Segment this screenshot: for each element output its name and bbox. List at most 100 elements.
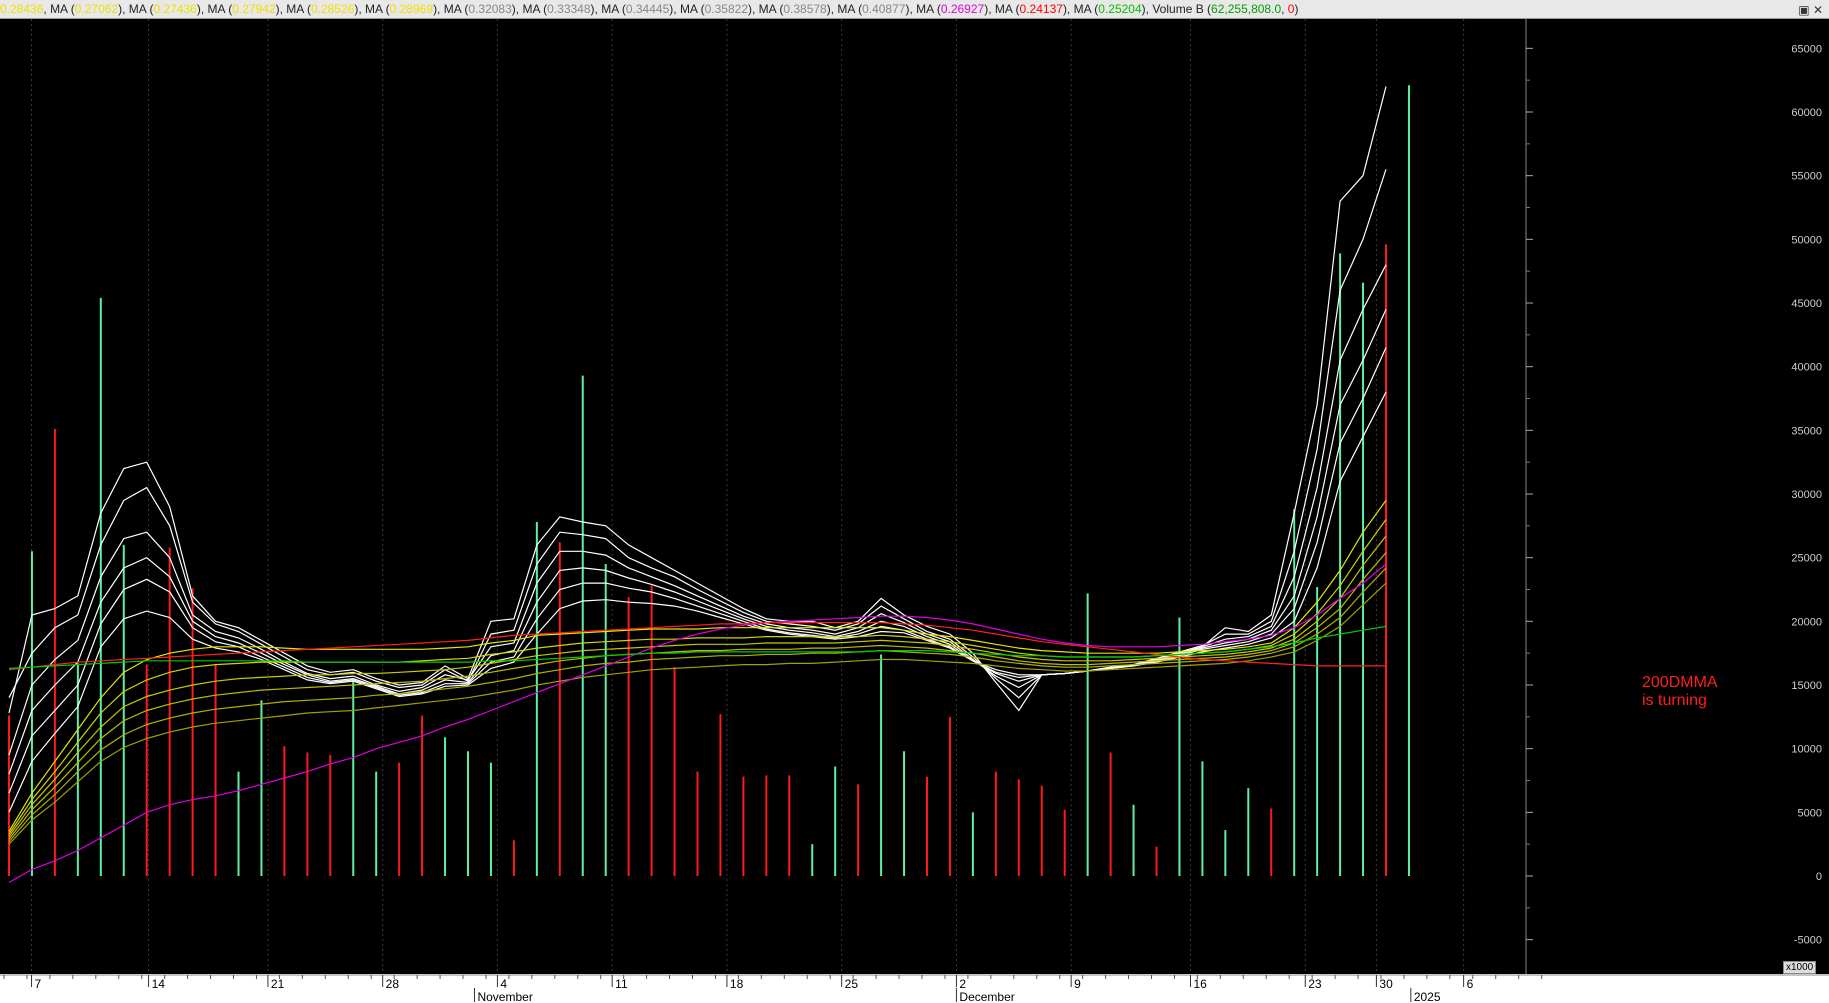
legend-item-value: 62,255,808.0	[1211, 2, 1282, 16]
x-month-label: November	[477, 990, 532, 1003]
legend-item-value: 0.40877	[862, 2, 906, 16]
annotation-line2: is turning	[1642, 692, 1707, 709]
legend-separator: ),	[118, 2, 129, 16]
y-tick-label: 40000	[1791, 362, 1822, 374]
legend-item-label: MA (	[758, 2, 784, 16]
y-tick-label: 25000	[1791, 553, 1822, 565]
volume-chart[interactable]: -5000 0 5000 10000 15000 20000 25000 30000 35000…	[0, 19, 1829, 1003]
legend-item-value: 0.27062	[74, 2, 119, 16]
legend-separator: ),	[275, 2, 287, 16]
legend-item: MA (0.35822),	[680, 2, 759, 16]
x-day-label: 25	[845, 977, 859, 991]
legend-separator: ),	[196, 2, 208, 16]
legend-item-value: 0.28526	[310, 2, 355, 16]
indicator-legend-bar: 0.28436, MA (0.27062), MA (0.27436), MA …	[0, 0, 1829, 19]
y-tick-label: 55000	[1791, 171, 1822, 183]
annotation-line1: 200DMMA	[1642, 674, 1718, 691]
legend-item: MA (0.27942),	[208, 2, 287, 16]
legend-separator: ),	[1062, 2, 1074, 16]
legend-item: 0.28436,	[0, 2, 50, 16]
x-day-label: 16	[1194, 977, 1208, 991]
x-day-label: 11	[615, 977, 628, 991]
legend-item-label: MA (	[1073, 2, 1099, 16]
x-day-label: 28	[386, 977, 400, 991]
toolbar-icons[interactable]: ▣ ✕	[1798, 1, 1823, 18]
legend-item: MA (0.27436),	[129, 2, 208, 16]
legend-item-value: 0.34445	[625, 2, 670, 16]
scale-multiplier-label: x1000	[1783, 961, 1817, 974]
legend-item-label: MA (	[443, 2, 469, 16]
legend-item-label: MA (	[679, 2, 705, 16]
indicator-legend-items: 0.28436, MA (0.27062), MA (0.27436), MA …	[0, 2, 1298, 16]
y-tick-label: 30000	[1791, 489, 1822, 501]
legend-item-label: MA (	[128, 2, 154, 16]
legend-separator: ),	[354, 2, 365, 16]
legend-item: MA (0.27062),	[50, 2, 129, 16]
legend-item: MA (0.28969),	[365, 2, 444, 16]
legend-separator: )	[1294, 2, 1299, 16]
x-day-label: 2	[959, 977, 966, 991]
legend-separator: ),	[826, 2, 838, 16]
camera-icon[interactable]: ▣	[1798, 3, 1809, 17]
x-day-label: 6	[1467, 977, 1474, 991]
x-month-label: December	[959, 990, 1014, 1003]
annotation-200dmma: 200DMMA is turning	[1642, 674, 1718, 710]
close-icon[interactable]: ✕	[1813, 3, 1823, 17]
x-day-label: 21	[271, 977, 285, 991]
legend-separator: ),	[984, 2, 995, 16]
volume-bars	[8, 85, 1410, 876]
legend-item: MA (0.26927),	[916, 2, 995, 16]
legend-item-label: MA (	[994, 2, 1020, 16]
legend-item: MA (0.33348),	[522, 2, 601, 16]
y-tick-label: -5000	[1794, 935, 1822, 947]
y-tick-label: 20000	[1791, 616, 1822, 628]
y-tick-label: 60000	[1791, 107, 1822, 119]
x-day-label: 23	[1308, 977, 1322, 991]
x-month-label: 2025	[1414, 990, 1441, 1003]
x-day-label: 30	[1379, 977, 1393, 991]
x-day-label: 7	[35, 977, 42, 991]
legend-item-value: 0.27942	[232, 2, 276, 16]
legend-item: MA (0.25204),	[1074, 2, 1153, 16]
legend-item-value: 0.26927	[940, 2, 985, 16]
x-day-label: 4	[500, 977, 507, 991]
legend-item: Volume B (62,255,808.0, 0)	[1152, 2, 1298, 16]
legend-separator: ),	[669, 2, 680, 16]
y-tick-label: 35000	[1791, 425, 1822, 437]
x-axis: 7 14 21 28 4 11 18 25 2 9 16 23 30 6 November December 2…	[0, 974, 1829, 1003]
legend-item-value: 0.28969	[389, 2, 434, 16]
legend-item-label: MA (	[522, 2, 548, 16]
legend-item-label: MA (	[286, 2, 311, 16]
x-day-label: 18	[730, 977, 744, 991]
legend-item-value: 0.32083	[468, 2, 512, 16]
y-tick-label: 15000	[1791, 680, 1822, 692]
legend-item: MA (0.38578),	[759, 2, 838, 16]
legend-item-label: MA (	[837, 2, 863, 16]
legend-separator: ,	[1281, 2, 1288, 16]
legend-item-label: MA (	[207, 2, 233, 16]
y-tick-label: 5000	[1798, 807, 1822, 819]
legend-item-value: 0.38578	[783, 2, 827, 16]
legend-item-label: MA (	[601, 2, 626, 16]
y-tick-label: 45000	[1791, 298, 1822, 310]
legend-item-value: 0.28436	[0, 2, 44, 16]
legend-separator: ),	[590, 2, 602, 16]
x-day-label: 9	[1074, 977, 1081, 991]
legend-separator: ),	[511, 2, 523, 16]
y-tick-label: 50000	[1791, 234, 1822, 246]
legend-item-value: 0.33348	[547, 2, 591, 16]
legend-item: MA (0.34445),	[601, 2, 680, 16]
legend-item-label: MA (	[50, 2, 75, 16]
legend-item-label: MA (	[916, 2, 941, 16]
legend-item: MA (0.40877),	[837, 2, 916, 16]
legend-item: MA (0.32083),	[444, 2, 523, 16]
legend-item-value: 0.27436	[153, 2, 197, 16]
legend-item-value: 0.24137	[1019, 2, 1063, 16]
legend-item-value: 0.35822	[704, 2, 748, 16]
y-axis: -5000 0 5000 10000 15000 20000 25000 30000 35000…	[1525, 19, 1822, 974]
legend-item-label: MA (	[365, 2, 390, 16]
legend-item-value: 0.25204	[1098, 2, 1142, 16]
legend-separator: ),	[748, 2, 759, 16]
x-day-label: 14	[152, 977, 166, 991]
y-tick-label: 10000	[1791, 744, 1822, 756]
